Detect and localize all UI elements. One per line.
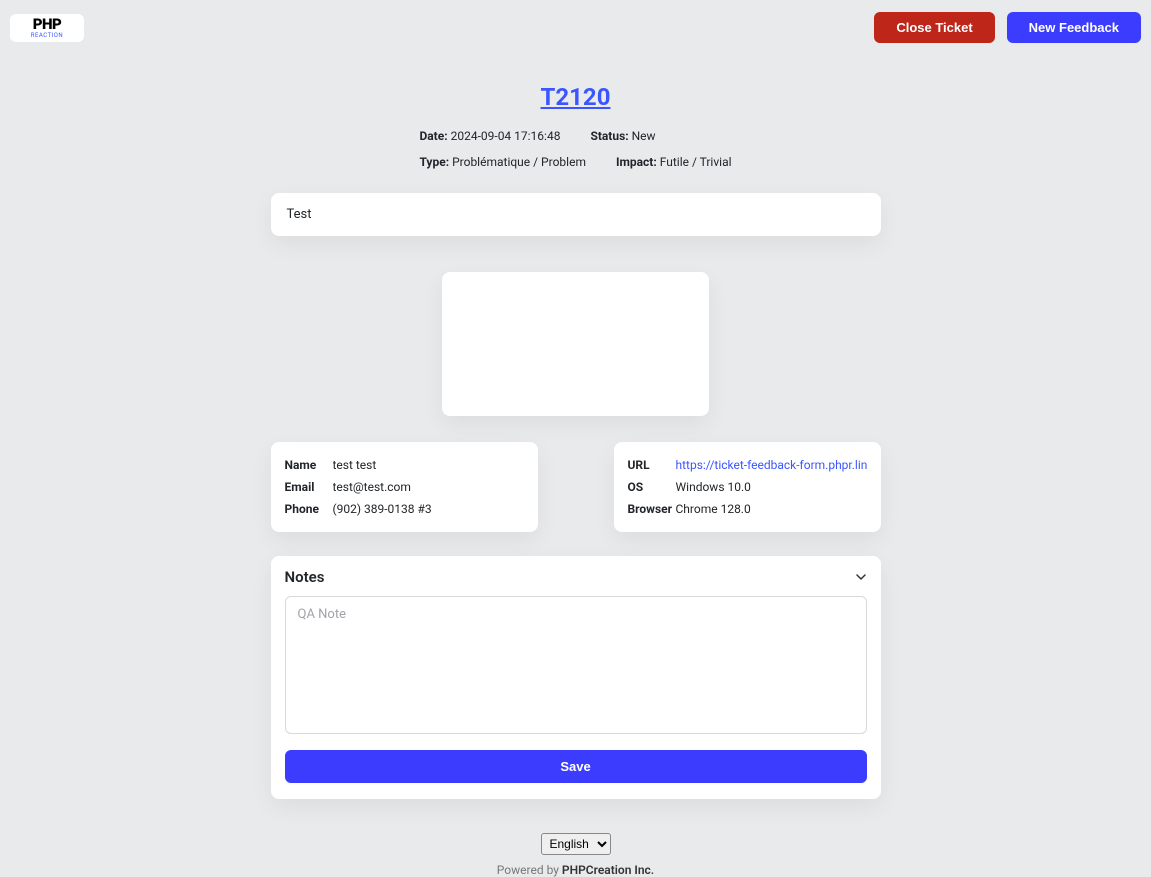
impact-label: Impact: [616, 155, 657, 169]
header: PHP REACTION Close Ticket New Feedback [0, 0, 1151, 55]
tech-os: OS Windows 10.0 [628, 476, 867, 498]
logo-text: PHP [33, 17, 62, 32]
notes-textarea[interactable] [285, 596, 867, 734]
impact-value: Futile / Trivial [660, 155, 732, 169]
phone-value: (902) 389-0138 #3 [333, 502, 432, 516]
url-value[interactable]: https://ticket-feedback-form.phpr.link/e… [676, 458, 867, 472]
subject-text: Test [287, 207, 312, 222]
tech-browser: Browser Chrome 128.0 [628, 498, 867, 520]
browser-value: Chrome 128.0 [676, 502, 751, 516]
email-label: Email [285, 480, 333, 494]
header-buttons: Close Ticket New Feedback [874, 12, 1141, 43]
status-label: Status: [590, 129, 628, 143]
info-row: Name test test Email test@test.com Phone… [271, 442, 881, 532]
date-value: 2024-09-04 17:16:48 [451, 129, 561, 143]
footer-text: Powered by PHPCreation Inc. [497, 863, 654, 877]
subject-card: Test [271, 193, 881, 236]
contact-phone: Phone (902) 389-0138 #3 [285, 498, 524, 520]
type-label: Type: [419, 155, 449, 169]
chevron-down-icon[interactable] [855, 571, 867, 583]
date-label: Date: [419, 129, 447, 143]
meta-type: Type: Problématique / Problem [419, 155, 586, 169]
meta-impact: Impact: Futile / Trivial [616, 155, 732, 169]
status-value: New [632, 129, 656, 143]
ticket-meta: Date: 2024-09-04 17:16:48 Status: New Ty… [419, 129, 731, 169]
screenshot-card[interactable] [442, 272, 709, 416]
language-select[interactable]: English [541, 833, 611, 855]
tech-url: URL https://ticket-feedback-form.phpr.li… [628, 454, 867, 476]
name-value: test test [333, 458, 377, 472]
meta-status: Status: New [590, 129, 655, 143]
powered-by-label: Powered by [497, 863, 562, 877]
type-value: Problématique / Problem [452, 155, 586, 169]
name-label: Name [285, 458, 333, 472]
phone-label: Phone [285, 502, 333, 516]
os-value: Windows 10.0 [676, 480, 751, 494]
save-button[interactable]: Save [285, 750, 867, 783]
tech-card: URL https://ticket-feedback-form.phpr.li… [614, 442, 881, 532]
meta-row-2: Type: Problématique / Problem Impact: Fu… [419, 155, 731, 169]
url-label: URL [628, 458, 676, 472]
logo-subtext: REACTION [31, 33, 63, 39]
company-link[interactable]: PHPCreation Inc. [562, 863, 654, 877]
meta-date: Date: 2024-09-04 17:16:48 [419, 129, 560, 143]
main-content: T2120 Date: 2024-09-04 17:16:48 Status: … [0, 55, 1151, 877]
email-value: test@test.com [333, 480, 411, 494]
notes-title: Notes [285, 568, 325, 586]
notes-card: Notes Save [271, 556, 881, 799]
footer: English Powered by PHPCreation Inc. [497, 833, 654, 877]
contact-name: Name test test [285, 454, 524, 476]
logo[interactable]: PHP REACTION [10, 14, 84, 42]
meta-row-1: Date: 2024-09-04 17:16:48 Status: New [419, 129, 731, 143]
contact-card: Name test test Email test@test.com Phone… [271, 442, 538, 532]
contact-email: Email test@test.com [285, 476, 524, 498]
ticket-id-link[interactable]: T2120 [541, 83, 611, 111]
new-feedback-button[interactable]: New Feedback [1007, 12, 1141, 43]
os-label: OS [628, 480, 676, 494]
close-ticket-button[interactable]: Close Ticket [874, 12, 994, 43]
notes-header: Notes [285, 568, 867, 586]
browser-label: Browser [628, 502, 676, 516]
